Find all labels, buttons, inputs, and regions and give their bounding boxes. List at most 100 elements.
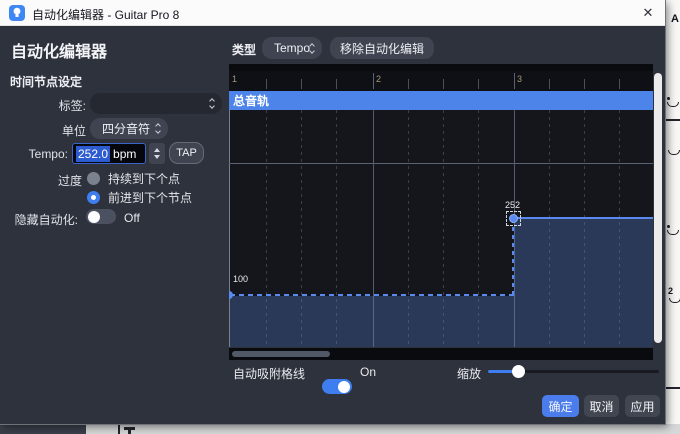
master-track-label: 总音轨: [233, 92, 269, 109]
tap-button-label: TAP: [176, 147, 197, 159]
automation-point-selected[interactable]: [509, 214, 518, 223]
remove-automation-button[interactable]: 移除自动化编辑: [330, 37, 434, 59]
background-notation: [665, 387, 680, 389]
step-down-icon[interactable]: [154, 155, 160, 159]
screen: A 2 自动化编辑器 - Guitar Pro 8 ✕ 自动化编辑器 时间节点设…: [0, 0, 680, 434]
measure-ruler[interactable]: 1 2 3: [229, 71, 653, 91]
master-track-header[interactable]: 总音轨: [229, 91, 653, 110]
point-value-label: 252: [505, 200, 520, 210]
snap-grid-toggle[interactable]: [322, 379, 352, 394]
zoom-label: 缩放: [457, 365, 481, 382]
chevron-updown-icon: [156, 124, 160, 133]
tempo-unit: bpm: [113, 147, 136, 161]
ruler-tick: [373, 73, 374, 89]
snap-grid-label: 自动吸附格线: [233, 365, 305, 382]
tempo-input[interactable]: 252.0 bpm: [72, 143, 146, 164]
background-app-strip: A 2: [664, 0, 680, 434]
vertical-scrollbar[interactable]: [654, 73, 662, 343]
page-title: 自动化编辑器: [11, 38, 107, 62]
background-notation: [667, 102, 679, 107]
cancel-button-label: 取消: [589, 398, 613, 415]
chart-top-strip: [229, 64, 653, 71]
background-notation: [667, 225, 670, 228]
type-label: 类型: [232, 41, 256, 58]
ruler-tick: [443, 79, 444, 89]
ruler-tick: [584, 79, 585, 89]
titlebar[interactable]: 自动化编辑器 - Guitar Pro 8 ✕: [0, 0, 665, 26]
background-notation-letter: A: [671, 13, 679, 25]
point-value-label: 100: [233, 274, 248, 284]
ruler-tick: [549, 79, 550, 89]
tempo-area-fill: [230, 296, 514, 347]
automation-plot[interactable]: 100 252: [229, 110, 653, 347]
hide-automation-label: 隐藏自动化:: [2, 211, 78, 228]
cancel-button[interactable]: 取消: [584, 395, 619, 417]
tempo-curve-segment-dashed: [230, 294, 514, 296]
ruler-measure-number: 3: [517, 74, 522, 84]
apply-button-label: 应用: [630, 398, 654, 415]
radio-selected-icon[interactable]: [87, 191, 100, 204]
chevron-updown-icon: [210, 99, 214, 108]
ruler-measure-number: 1: [232, 74, 237, 84]
ok-button[interactable]: 确定: [542, 395, 579, 417]
hide-automation-toggle[interactable]: [86, 209, 116, 224]
background-notation: [667, 97, 670, 100]
background-notation: [128, 429, 131, 434]
ruler-tick: [301, 79, 302, 89]
unit-label: 单位: [20, 122, 86, 139]
ok-button-label: 确定: [548, 398, 572, 415]
toggle-knob[interactable]: [338, 381, 350, 393]
section-title: 时间节点设定: [10, 73, 82, 90]
tempo-stepper[interactable]: [149, 143, 165, 164]
type-dropdown[interactable]: Tempo: [262, 37, 322, 59]
tempo-area-fill: [514, 219, 653, 347]
transition-label: 过度: [20, 172, 82, 189]
automation-editor-dialog: 自动化编辑器 - Guitar Pro 8 ✕ 自动化编辑器 时间节点设定 标签…: [0, 0, 665, 424]
hide-automation-state: Off: [124, 211, 140, 225]
transition-option-hold[interactable]: 持续到下个点: [87, 170, 180, 187]
tempo-label: Tempo:: [2, 147, 68, 161]
tag-dropdown[interactable]: [90, 93, 222, 114]
step-up-icon[interactable]: [154, 148, 160, 152]
apply-button[interactable]: 应用: [625, 395, 660, 417]
horizontal-scrollbar[interactable]: [229, 348, 653, 360]
background-notation: [665, 119, 680, 121]
radio-unselected-icon[interactable]: [87, 172, 100, 185]
transition-option-label: 前进到下个节点: [108, 189, 192, 206]
tempo-value-selected: 252.0: [76, 146, 110, 162]
tag-label: 标签:: [20, 97, 86, 114]
tap-button[interactable]: TAP: [169, 142, 204, 164]
background-notation: [118, 424, 120, 434]
transition-option-advance[interactable]: 前进到下个节点: [87, 189, 192, 206]
tempo-curve-step-dashed: [512, 219, 514, 295]
ruler-tick: [619, 79, 620, 89]
background-app-bottom: [0, 424, 680, 434]
horizontal-divider-line: [229, 163, 653, 164]
ruler-tick: [478, 79, 479, 89]
close-button[interactable]: ✕: [631, 0, 665, 26]
chevron-updown-icon: [310, 44, 314, 53]
horizontal-scrollbar-thumb[interactable]: [232, 351, 330, 357]
ruler-tick: [266, 79, 267, 89]
window-title: 自动化编辑器 - Guitar Pro 8: [32, 6, 179, 23]
remove-automation-label: 移除自动化编辑: [340, 40, 424, 57]
close-icon: ✕: [643, 5, 654, 21]
background-notation-digit: 2: [668, 286, 673, 296]
ruler-tick: [408, 79, 409, 89]
automation-app-icon: [9, 5, 25, 21]
background-app-corner: [0, 424, 86, 434]
ruler-measure-number: 2: [376, 74, 381, 84]
background-notation: [668, 150, 680, 155]
type-value: Tempo: [274, 41, 310, 55]
transition-option-label: 持续到下个点: [108, 170, 180, 187]
unit-value: 四分音符: [102, 120, 150, 137]
snap-grid-state: On: [360, 365, 376, 379]
background-notation: [667, 230, 679, 235]
background-notation: [669, 298, 680, 303]
toggle-knob[interactable]: [88, 211, 100, 223]
zoom-slider-thumb[interactable]: [512, 365, 525, 378]
tempo-curve-segment: [513, 217, 653, 219]
automation-chart[interactable]: 1 2 3 总音轨: [229, 64, 653, 360]
ruler-tick: [336, 79, 337, 89]
unit-dropdown[interactable]: 四分音符: [90, 118, 168, 139]
